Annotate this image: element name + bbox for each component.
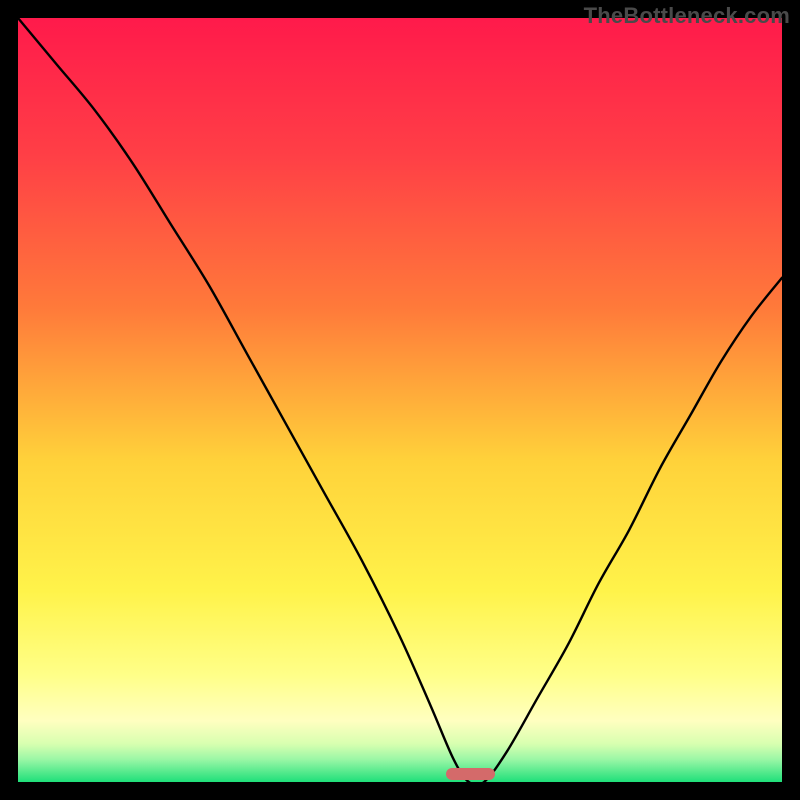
watermark-text: TheBottleneck.com — [584, 3, 790, 29]
chart-frame: TheBottleneck.com — [0, 0, 800, 800]
bottleneck-curve — [18, 18, 782, 782]
optimum-marker — [446, 768, 496, 780]
plot-area — [18, 18, 782, 782]
